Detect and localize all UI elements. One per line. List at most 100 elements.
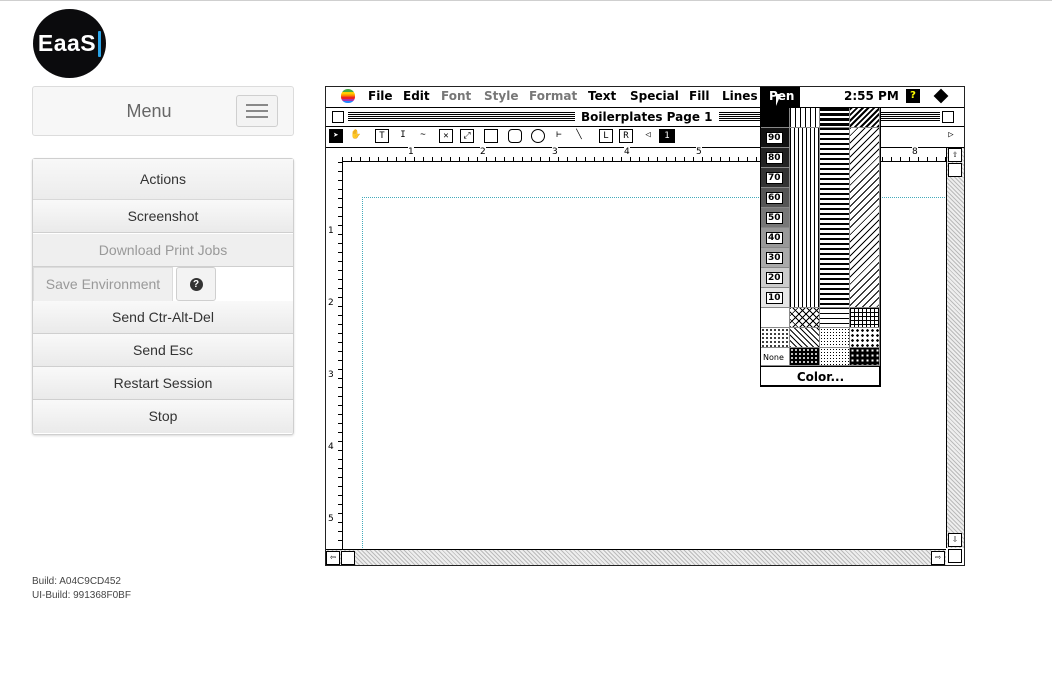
actions-panel: Actions Screenshot Download Print Jobs S… xyxy=(32,158,294,435)
scroll-down-icon[interactable]: ⇩ xyxy=(948,533,962,547)
mouse-cursor-icon xyxy=(776,94,786,106)
grow-box-icon[interactable] xyxy=(948,549,962,563)
pen-pattern-vlines[interactable] xyxy=(790,108,820,128)
scroll-up-icon[interactable]: ⇧ xyxy=(948,148,962,162)
restart-session-button[interactable]: Restart Session xyxy=(33,367,293,400)
menu-edit[interactable]: Edit xyxy=(403,89,430,103)
save-environment-button[interactable]: Save Environment xyxy=(33,267,173,302)
placeholder-tool-icon[interactable]: ✕ xyxy=(439,129,453,143)
pen-shade-90[interactable]: 90 xyxy=(761,128,790,148)
send-esc-button[interactable]: Send Esc xyxy=(33,334,293,367)
app-menu-icon[interactable] xyxy=(933,88,949,104)
pen-pattern-diagonal-column[interactable] xyxy=(850,128,880,308)
pen-pattern-horizontal-column[interactable] xyxy=(820,128,850,308)
eaas-logo: EaaS xyxy=(33,9,106,78)
pen-none[interactable]: None xyxy=(761,348,790,366)
question-icon: ? xyxy=(189,277,203,291)
menu-special[interactable]: Special xyxy=(630,89,679,103)
oval-tool-icon[interactable] xyxy=(531,129,545,143)
menu-font[interactable]: Font xyxy=(441,89,471,103)
top-divider xyxy=(0,0,1052,1)
pen-shade-20[interactable]: 20 xyxy=(761,268,790,288)
pen-shade-80[interactable]: 80 xyxy=(761,148,790,168)
arrow-tool-icon[interactable]: ➤ xyxy=(329,129,343,143)
previous-page-icon[interactable]: ◁ xyxy=(641,129,655,143)
stop-button[interactable]: Stop xyxy=(33,400,293,433)
pen-shade-50[interactable]: 50 xyxy=(761,208,790,228)
pen-pattern-vertical-column[interactable] xyxy=(790,128,820,308)
build-id: Build: A04C9CD452 xyxy=(32,576,121,587)
ui-build-id: UI-Build: 991368F0BF xyxy=(32,590,131,601)
pen-pattern-hlines[interactable] xyxy=(820,108,850,128)
help-balloon-icon[interactable]: ? xyxy=(906,89,920,103)
vertical-scrollbar[interactable]: ⇧ ⇩ xyxy=(946,148,964,548)
ruler-v-2: 2 xyxy=(328,298,334,308)
download-print-jobs-button[interactable]: Download Print Jobs xyxy=(33,234,293,267)
pen-pattern-plus[interactable] xyxy=(850,328,880,348)
hand-tool-icon[interactable]: ✋ xyxy=(349,129,363,143)
pen-color-item[interactable]: Color... xyxy=(761,366,880,387)
pen-pattern-diagonal[interactable] xyxy=(850,108,880,128)
scroll-right-icon[interactable]: ⇨ xyxy=(931,551,945,565)
pen-pattern-stipple[interactable] xyxy=(820,348,850,366)
perpendicular-line-tool-icon[interactable]: ⊢ xyxy=(552,129,566,143)
pen-pattern-diamond[interactable] xyxy=(790,308,820,328)
left-page-tool-icon[interactable]: L xyxy=(599,129,613,143)
ruler-h-5: 5 xyxy=(696,147,702,157)
pen-pattern-grid[interactable] xyxy=(850,308,880,328)
page-number-indicator[interactable]: 1 xyxy=(659,129,675,143)
zoom-box-icon[interactable] xyxy=(942,111,954,123)
menu-fill[interactable]: Fill xyxy=(689,89,710,103)
text-tool-icon[interactable]: T xyxy=(375,129,389,143)
rectangle-tool-icon[interactable] xyxy=(484,129,498,143)
pen-pattern-dark-plus[interactable] xyxy=(850,348,880,366)
rounded-rect-tool-icon[interactable] xyxy=(508,129,522,143)
pen-shade-60[interactable]: 60 xyxy=(761,188,790,208)
next-arrow-icon[interactable]: ▷ xyxy=(944,129,958,143)
line-tool-icon[interactable]: ╲ xyxy=(572,129,586,143)
resize-tool-icon[interactable]: ⤢ xyxy=(460,129,474,143)
menu-text[interactable]: Text xyxy=(588,89,616,103)
right-page-tool-icon[interactable]: R xyxy=(619,129,633,143)
pen-pattern-weave[interactable] xyxy=(790,328,820,348)
menu-style[interactable]: Style xyxy=(484,89,518,103)
menu-title: Menu xyxy=(126,101,172,121)
ruler-h-4: 4 xyxy=(624,147,630,157)
horizontal-scroll-thumb[interactable] xyxy=(341,551,355,565)
ruler-v-5: 5 xyxy=(328,514,334,524)
ruler-v-3: 3 xyxy=(328,370,334,380)
freehand-tool-icon[interactable]: ~ xyxy=(416,129,430,143)
help-button[interactable]: ? xyxy=(176,267,216,301)
emulator-screen[interactable]: File Edit Font Style Format Text Special… xyxy=(325,86,965,566)
close-box-icon[interactable] xyxy=(332,111,344,123)
ruler-h-1: 1 xyxy=(408,147,414,157)
screenshot-button[interactable]: Screenshot xyxy=(33,200,293,233)
pen-shade-white[interactable] xyxy=(761,308,790,328)
menu-format[interactable]: Format xyxy=(529,89,577,103)
pen-pattern-menu: 90 80 70 60 50 40 30 20 10 None Color... xyxy=(760,107,881,387)
pen-shade-40[interactable]: 40 xyxy=(761,228,790,248)
horizontal-scrollbar[interactable]: ⇦ ⇨ xyxy=(326,549,946,565)
scroll-left-icon[interactable]: ⇦ xyxy=(326,551,340,565)
ibeam-tool-icon[interactable]: I xyxy=(396,129,410,143)
pen-pattern-black[interactable] xyxy=(761,108,790,128)
window-title: Boilerplates Page 1 xyxy=(575,108,719,126)
pen-pattern-dark-weave[interactable] xyxy=(790,348,820,366)
ruler-h-2: 2 xyxy=(480,147,486,157)
pen-shade-10[interactable]: 10 xyxy=(761,288,790,308)
ruler-h-8: 8 xyxy=(912,147,918,157)
pen-pattern-dots[interactable] xyxy=(761,328,790,348)
menu-clock: 2:55 PM xyxy=(844,89,899,103)
mac-menubar: File Edit Font Style Format Text Special… xyxy=(326,87,964,108)
pen-pattern-fine-dots[interactable] xyxy=(820,328,850,348)
send-ctrl-alt-del-button[interactable]: Send Ctr-Alt-Del xyxy=(33,301,293,334)
menu-file[interactable]: File xyxy=(368,89,393,103)
hamburger-menu-icon[interactable] xyxy=(236,95,278,127)
pen-pattern-brick[interactable] xyxy=(820,308,850,328)
apple-menu-icon[interactable] xyxy=(341,89,355,103)
menu-lines[interactable]: Lines xyxy=(722,89,758,103)
vertical-scroll-thumb[interactable] xyxy=(948,163,962,177)
pen-shade-70[interactable]: 70 xyxy=(761,168,790,188)
pen-shade-30[interactable]: 30 xyxy=(761,248,790,268)
actions-title: Actions xyxy=(33,159,293,200)
